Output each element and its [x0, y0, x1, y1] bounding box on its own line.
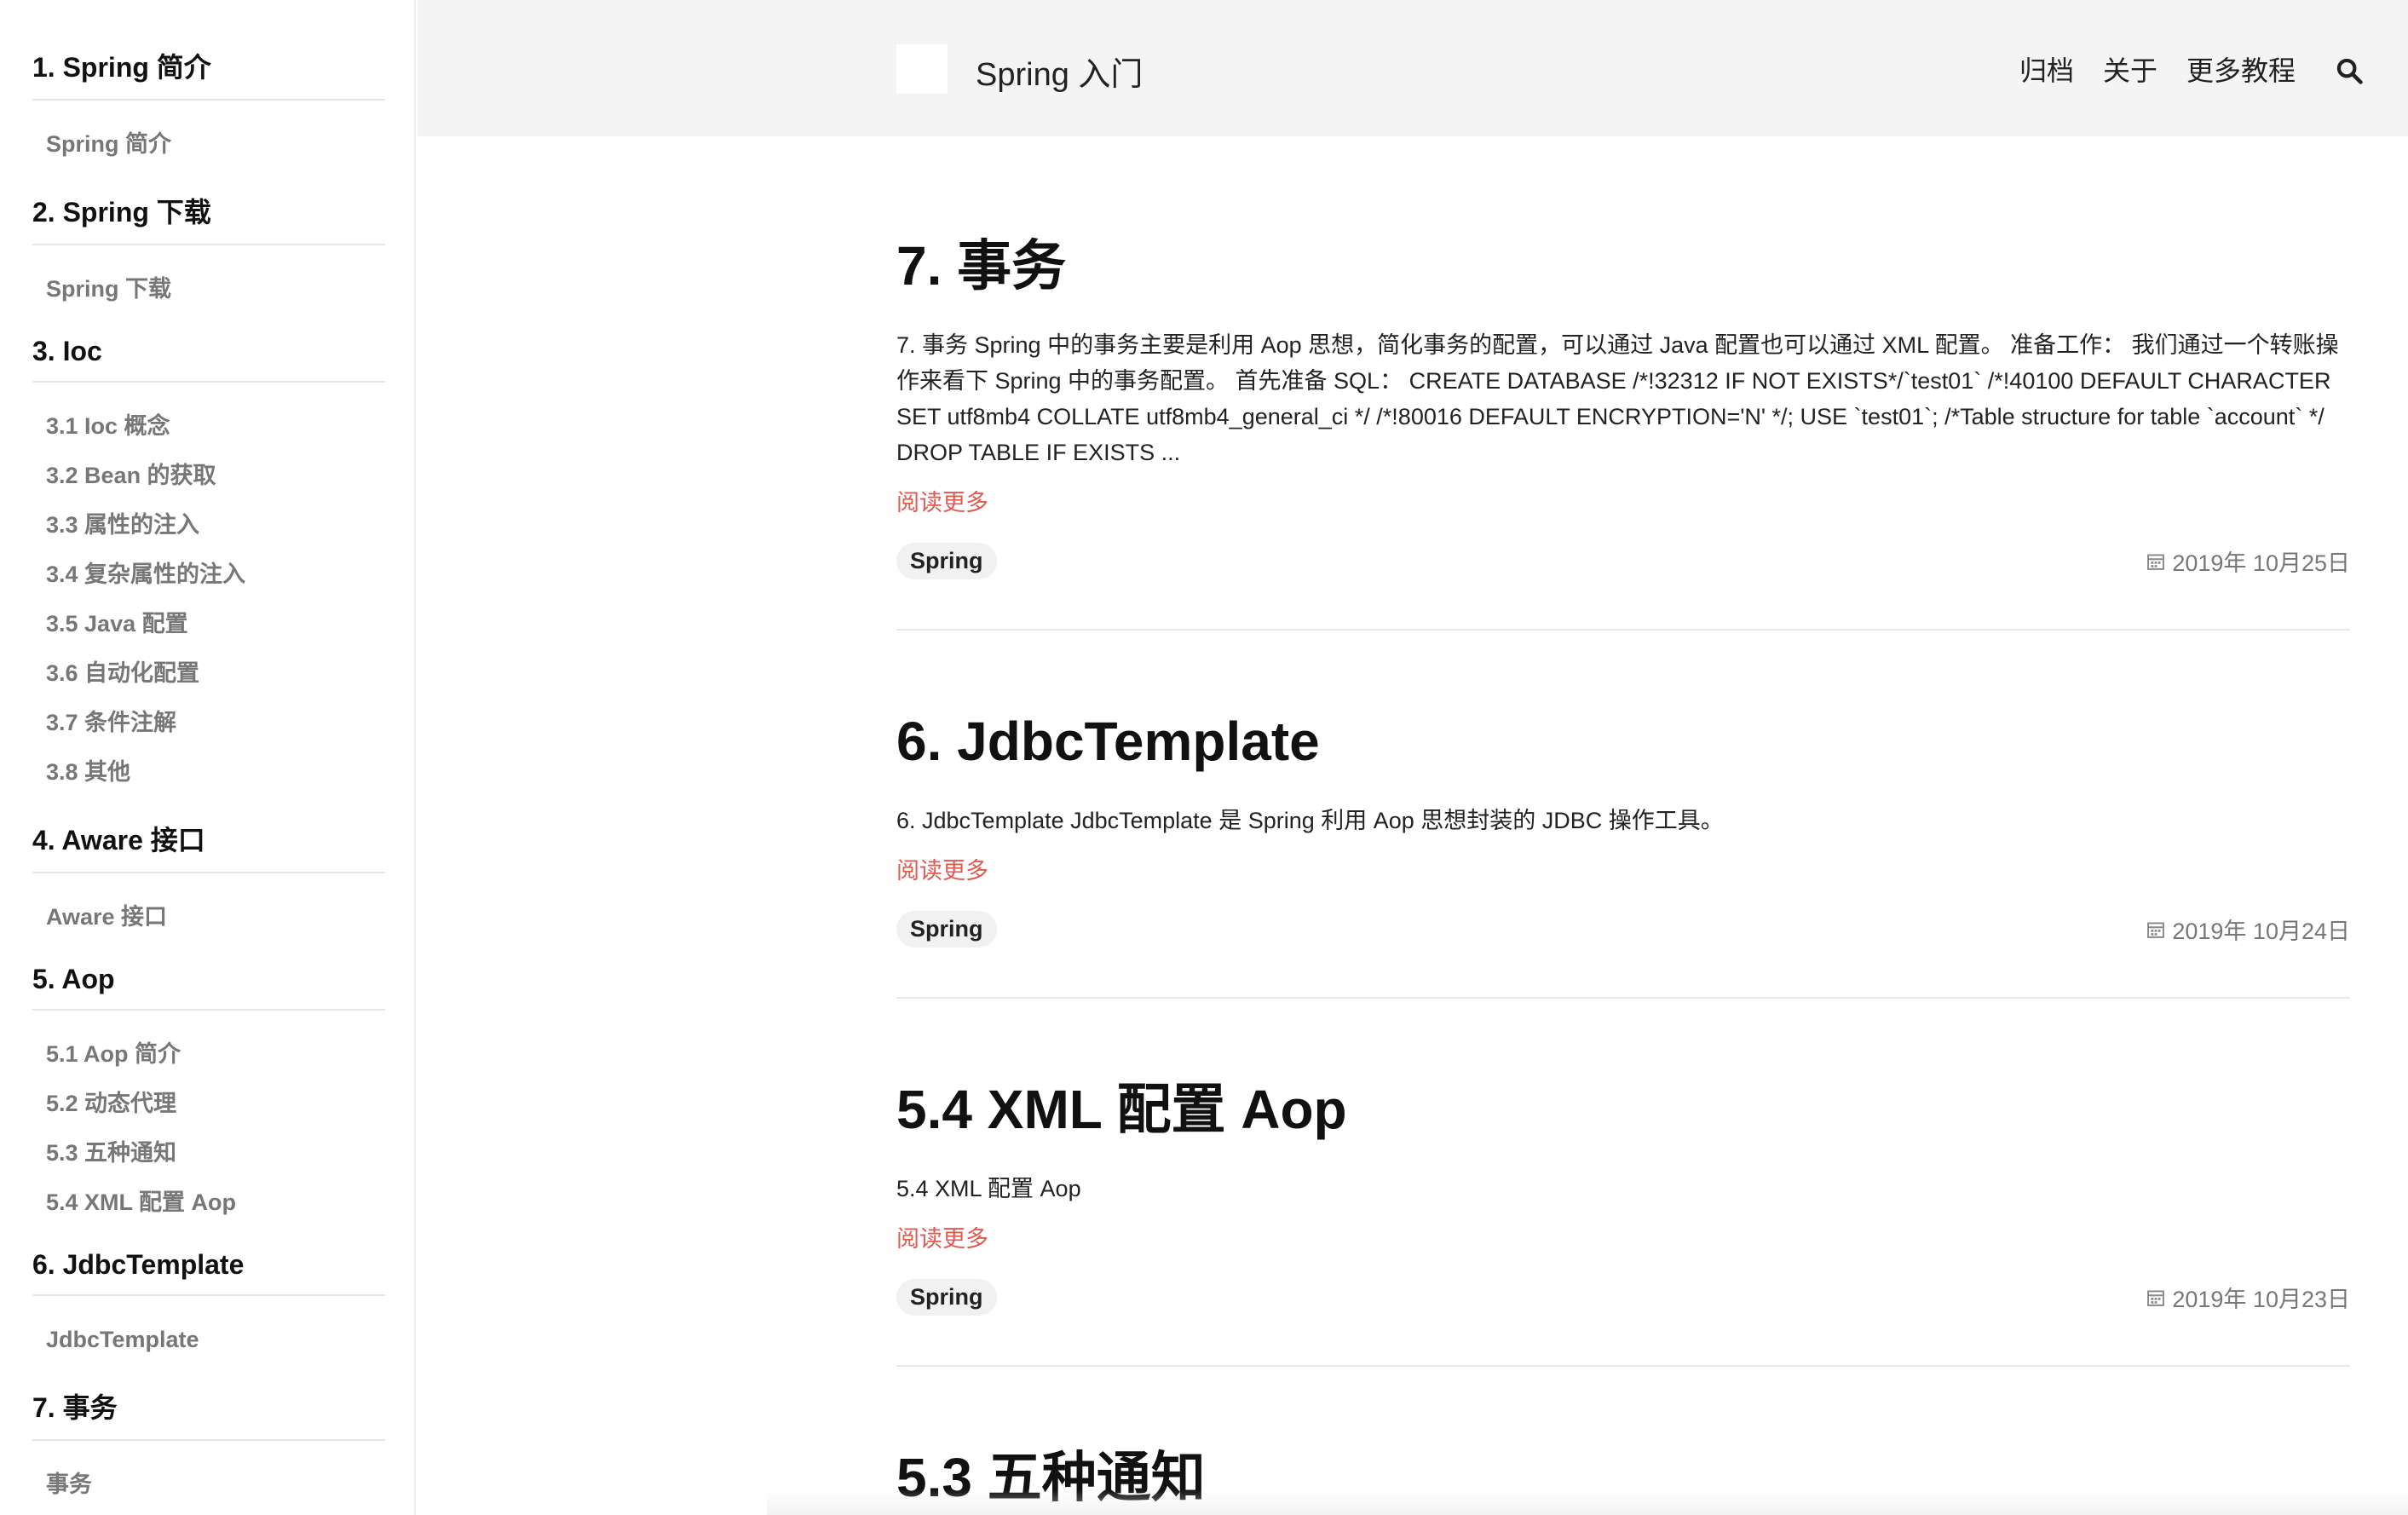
toc-item[interactable]: 5.2 动态代理 — [32, 1079, 385, 1128]
post-meta: Spring 2019年 10月23日 — [896, 1279, 2350, 1365]
top-nav: 归档 关于 更多教程 — [1990, 49, 2364, 89]
post-list: 7. 事务 7. 事务 Spring 中的事务主要是利用 Aop 思想，简化事务… — [896, 136, 2350, 1505]
tag-badge[interactable]: Spring — [896, 1279, 997, 1316]
toc-item[interactable]: 5.1 Aop 简介 — [32, 1029, 385, 1079]
toc-section-title[interactable]: 5. Aop — [32, 960, 385, 1011]
sidebar-toc: 1. Spring 简介 Spring 简介 2. Spring 下载 Spring … — [0, 0, 416, 1515]
toc-item[interactable]: 3.7 条件注解 — [32, 698, 385, 747]
post-meta: Spring 2019年 10月24日 — [896, 911, 2350, 997]
date-text: 2019年 10月25日 — [2172, 550, 2350, 576]
post-title[interactable]: 5.4 XML 配置 Aop — [896, 1082, 2350, 1137]
toc-sub-list: JdbcTemplate — [32, 1315, 385, 1364]
toc-sub-list: Spring 简介 — [32, 119, 385, 169]
toc-section-title[interactable]: 7. 事务 — [32, 1383, 385, 1441]
read-more-link[interactable]: 阅读更多 — [896, 484, 988, 517]
post-item: 5.4 XML 配置 Aop 5.4 XML 配置 Aop 阅读更多 Sprin… — [896, 999, 2350, 1367]
toc-item[interactable]: 3.1 Ioc 概念 — [32, 401, 385, 451]
toc-sub-list: 3.1 Ioc 概念 3.2 Bean 的获取 3.3 属性的注入 3.4 复杂属性的… — [32, 401, 385, 797]
toc-item[interactable]: Spring 下载 — [32, 264, 385, 314]
read-more-link[interactable]: 阅读更多 — [896, 1220, 988, 1253]
read-more-link[interactable]: 阅读更多 — [896, 852, 988, 885]
post-item: 6. JdbcTemplate 6. JdbcTemplate JdbcTemp… — [896, 631, 2350, 999]
calendar-icon — [2147, 553, 2165, 570]
nav-archive[interactable]: 归档 — [2019, 49, 2074, 89]
toc-item[interactable]: 3.2 Bean 的获取 — [32, 451, 385, 500]
toc-section-title[interactable]: 3. Ioc — [32, 332, 385, 383]
site-header: Spring 入门 归档 关于 更多教程 — [418, 0, 2408, 136]
tag-badge[interactable]: Spring — [896, 543, 997, 579]
toc-item[interactable]: 3.4 复杂属性的注入 — [32, 550, 385, 599]
tag-badge[interactable]: Spring — [896, 911, 997, 948]
post-title[interactable]: 7. 事务 — [896, 239, 2350, 293]
post-item: 5.3 五种通知 — [896, 1367, 2350, 1505]
site-logo[interactable] — [896, 44, 948, 94]
nav-about[interactable]: 关于 — [2103, 49, 2157, 89]
calendar-icon — [2147, 1289, 2165, 1306]
post-date: 2019年 10月25日 — [2146, 544, 2350, 578]
toc-sub-list: 5.1 Aop 简介 5.2 动态代理 5.3 五种通知 5.4 XML 配置 Aop — [32, 1029, 385, 1227]
toc-section-title[interactable]: 2. Spring 下载 — [32, 187, 385, 245]
toc-section-title[interactable]: 1. Spring 简介 — [32, 43, 385, 101]
post-title[interactable]: 6. JdbcTemplate — [896, 714, 2350, 769]
post-item: 7. 事务 7. 事务 Spring 中的事务主要是利用 Aop 思想，简化事务… — [896, 136, 2350, 631]
toc-item[interactable]: Aware 接口 — [32, 892, 385, 942]
search-icon[interactable] — [2335, 56, 2364, 85]
toc-item[interactable]: 3.8 其他 — [32, 747, 385, 797]
date-text: 2019年 10月24日 — [2172, 919, 2350, 944]
nav-more-tutorials[interactable]: 更多教程 — [2186, 49, 2296, 89]
post-date: 2019年 10月24日 — [2146, 913, 2350, 946]
site-title[interactable]: Spring 入门 — [976, 48, 1143, 95]
toc-item[interactable]: 5.4 XML 配置 Aop — [32, 1178, 385, 1227]
toc-sub-list: Spring 下载 — [32, 264, 385, 314]
post-date: 2019年 10月23日 — [2146, 1281, 2350, 1314]
toc-item[interactable]: 5.3 五种通知 — [32, 1128, 385, 1178]
toc-section-title[interactable]: 6. JdbcTemplate — [32, 1246, 385, 1296]
post-excerpt: 7. 事务 Spring 中的事务主要是利用 Aop 思想，简化事务的配置，可以… — [896, 332, 2339, 465]
toc-sub-list: 事务 — [32, 1460, 385, 1509]
toc-item[interactable]: 3.3 属性的注入 — [32, 500, 385, 550]
post-excerpt: 6. JdbcTemplate JdbcTemplate 是 Spring 利用… — [896, 808, 1724, 833]
date-text: 2019年 10月23日 — [2172, 1287, 2350, 1312]
post-excerpt: 5.4 XML 配置 Aop — [896, 1176, 1081, 1201]
toc-sub-list: Aware 接口 — [32, 892, 385, 942]
toc-item[interactable]: Spring 简介 — [32, 119, 385, 169]
bottom-shadow — [767, 1489, 2408, 1515]
toc-item[interactable]: 3.5 Java 配置 — [32, 599, 385, 648]
toc-item[interactable]: 3.6 自动化配置 — [32, 648, 385, 698]
toc-section-title[interactable]: 4. Aware 接口 — [32, 815, 385, 873]
toc-item[interactable]: JdbcTemplate — [32, 1315, 385, 1364]
post-meta: Spring 2019年 10月25日 — [896, 543, 2350, 629]
calendar-icon — [2147, 921, 2165, 938]
toc-item[interactable]: 事务 — [32, 1460, 385, 1509]
